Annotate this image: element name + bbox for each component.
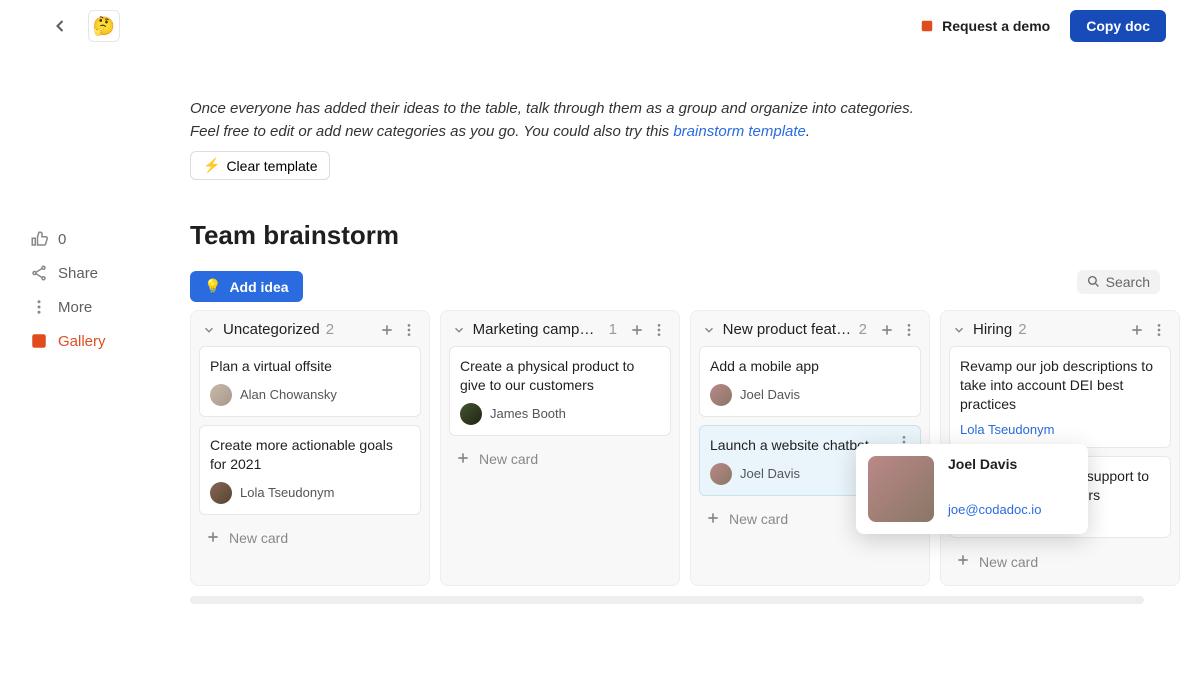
username: Lola Tseudonym bbox=[240, 485, 334, 500]
more-icon bbox=[30, 298, 48, 316]
gallery-icon bbox=[30, 332, 48, 350]
new-card-button[interactable]: New card bbox=[449, 444, 671, 475]
column-menu-icon[interactable] bbox=[401, 322, 417, 338]
topbar: 🤔 Request a demo Copy doc bbox=[0, 0, 1200, 52]
add-card-icon[interactable] bbox=[629, 322, 645, 338]
add-card-icon[interactable] bbox=[879, 322, 895, 338]
left-rail: 0 Share More Gallery bbox=[0, 52, 120, 604]
chevron-down-icon[interactable] bbox=[451, 322, 467, 338]
card-user: Joel Davis bbox=[710, 384, 910, 406]
hover-name: Joel Davis bbox=[948, 456, 1041, 472]
search-icon bbox=[1087, 275, 1100, 288]
lightning-icon: ⚡ bbox=[203, 157, 220, 174]
column-title: Marketing campaigns bbox=[473, 321, 603, 338]
add-idea-button[interactable]: 💡 Add idea bbox=[190, 271, 303, 302]
username: Lola Tseudonym bbox=[960, 422, 1054, 437]
avatar bbox=[710, 463, 732, 485]
column-menu-icon[interactable] bbox=[651, 322, 667, 338]
card[interactable]: Revamp our job descriptions to take into… bbox=[949, 346, 1171, 448]
thumbs-up-icon bbox=[30, 230, 48, 248]
chevron-down-icon[interactable] bbox=[951, 322, 967, 338]
rail-gallery[interactable]: Gallery bbox=[30, 324, 120, 358]
column-count: 2 bbox=[326, 321, 334, 338]
card-title: Create a physical product to give to our… bbox=[460, 357, 660, 395]
share-icon bbox=[30, 264, 48, 282]
card-user: Lola Tseudonym bbox=[960, 422, 1160, 437]
card[interactable]: Plan a virtual offsite Alan Chowansky bbox=[199, 346, 421, 417]
board-column: Uncategorized 2 Plan a virtual offsite Alan… bbox=[190, 310, 430, 586]
new-card-button[interactable]: New card bbox=[199, 523, 421, 554]
avatar bbox=[210, 482, 232, 504]
column-count: 2 bbox=[859, 321, 867, 338]
chevron-down-icon[interactable] bbox=[701, 322, 717, 338]
plus-icon bbox=[955, 552, 971, 571]
rail-share[interactable]: Share bbox=[30, 256, 120, 290]
card-user: Lola Tseudonym bbox=[210, 482, 410, 504]
card-user: James Booth bbox=[460, 403, 660, 425]
search-button[interactable]: Search bbox=[1077, 270, 1160, 294]
column-title: New product features bbox=[723, 321, 853, 338]
lightbulb-icon: 💡 bbox=[204, 278, 221, 295]
avatar bbox=[210, 384, 232, 406]
clear-template-button[interactable]: ⚡ Clear template bbox=[190, 151, 330, 180]
column-title: Uncategorized bbox=[223, 321, 320, 338]
card-title: Plan a virtual offsite bbox=[210, 357, 410, 376]
intro-text: Once everyone has added their ideas to t… bbox=[190, 98, 930, 143]
back-arrow[interactable] bbox=[50, 16, 70, 36]
copy-doc-button[interactable]: Copy doc bbox=[1070, 10, 1166, 42]
hover-email[interactable]: joe@codadoc.io bbox=[948, 502, 1041, 517]
card-title: Revamp our job descriptions to take into… bbox=[960, 357, 1160, 414]
board-column: Marketing campaigns 1 Create a physical pr… bbox=[440, 310, 680, 586]
user-hover-card: Joel Davis joe@codadoc.io bbox=[856, 444, 1088, 534]
add-card-icon[interactable] bbox=[379, 322, 395, 338]
plus-icon bbox=[455, 450, 471, 469]
username: Joel Davis bbox=[740, 387, 800, 402]
avatar bbox=[460, 403, 482, 425]
brainstorm-template-link[interactable]: brainstorm template bbox=[673, 123, 806, 140]
chevron-down-icon[interactable] bbox=[201, 322, 217, 338]
username: James Booth bbox=[490, 406, 566, 421]
card[interactable]: Create a physical product to give to our… bbox=[449, 346, 671, 436]
card[interactable]: Add a mobile app Joel Davis bbox=[699, 346, 921, 417]
username: Joel Davis bbox=[740, 466, 800, 481]
column-count: 2 bbox=[1018, 321, 1026, 338]
column-title: Hiring bbox=[973, 321, 1012, 338]
column-menu-icon[interactable] bbox=[901, 322, 917, 338]
plus-icon bbox=[205, 529, 221, 548]
card[interactable]: Create more actionable goals for 2021 Lol… bbox=[199, 425, 421, 515]
board-title: Team brainstorm bbox=[190, 220, 1180, 251]
rail-more[interactable]: More bbox=[30, 290, 120, 324]
doc-icon[interactable]: 🤔 bbox=[88, 10, 120, 42]
horizontal-scrollbar[interactable] bbox=[190, 596, 1144, 604]
add-card-icon[interactable] bbox=[1129, 322, 1145, 338]
board: Uncategorized 2 Plan a virtual offsite Alan… bbox=[190, 280, 1180, 586]
coda-logo-icon bbox=[920, 19, 934, 33]
new-card-button[interactable]: New card bbox=[949, 546, 1171, 577]
request-demo-button[interactable]: Request a demo bbox=[920, 18, 1050, 34]
card-user: Alan Chowansky bbox=[210, 384, 410, 406]
column-count: 1 bbox=[609, 321, 617, 338]
avatar bbox=[710, 384, 732, 406]
column-menu-icon[interactable] bbox=[1151, 322, 1167, 338]
card-title: Create more actionable goals for 2021 bbox=[210, 436, 410, 474]
rail-likes[interactable]: 0 bbox=[30, 222, 120, 256]
card-title: Add a mobile app bbox=[710, 357, 910, 376]
content: Once everyone has added their ideas to t… bbox=[120, 52, 1200, 604]
username: Alan Chowansky bbox=[240, 387, 337, 402]
hover-avatar bbox=[868, 456, 934, 522]
plus-icon bbox=[705, 510, 721, 529]
